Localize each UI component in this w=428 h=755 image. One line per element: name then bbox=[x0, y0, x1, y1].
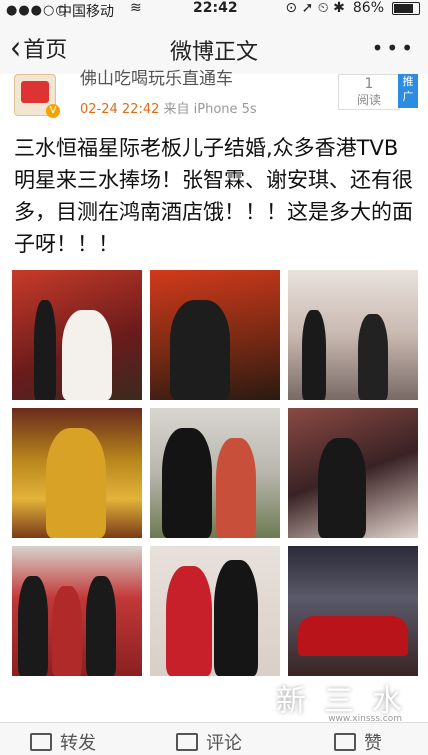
post-meta: 02-24 22:42 来自 iPhone 5s bbox=[80, 98, 257, 117]
more-button[interactable]: ••• bbox=[372, 36, 416, 60]
clock: 22:42 bbox=[193, 0, 238, 16]
photo-7[interactable] bbox=[12, 546, 142, 676]
battery-fill bbox=[394, 3, 413, 13]
promote-button[interactable]: 推广 bbox=[398, 74, 418, 108]
battery-percent: 86% bbox=[352, 0, 384, 16]
post-time: 02-24 22:42 bbox=[80, 102, 160, 117]
repost-label: 转发 bbox=[60, 733, 96, 754]
status-bar: ●●●○○ 中国移动 ≋ 22:42 ⊙ ➚ ⏲ ✱ 86% bbox=[0, 0, 428, 22]
avatar-image bbox=[21, 81, 49, 103]
battery-icon bbox=[392, 1, 420, 15]
photo-8[interactable] bbox=[150, 546, 280, 676]
photo-5[interactable] bbox=[150, 408, 280, 538]
like-icon bbox=[334, 733, 356, 751]
like-button[interactable]: 赞 bbox=[334, 729, 382, 755]
status-icons: ⊙ ➚ ⏲ ✱ bbox=[285, 0, 345, 16]
read-count-box: 1 阅读 bbox=[338, 74, 400, 110]
photo-9[interactable] bbox=[288, 546, 418, 676]
like-label: 赞 bbox=[364, 733, 382, 754]
photo-6[interactable] bbox=[288, 408, 418, 538]
bottom-toolbar: 转发 评论 赞 bbox=[0, 722, 428, 754]
comment-button[interactable]: 评论 bbox=[176, 729, 242, 755]
post-card: V 佛山吃喝玩乐直通车 02-24 22:42 来自 iPhone 5s 1 阅… bbox=[0, 69, 428, 722]
photo-2[interactable] bbox=[150, 270, 280, 400]
page-title: 微博正文 bbox=[169, 40, 258, 65]
status-right: ⊙ ➚ ⏲ ✱ 86% bbox=[285, 0, 420, 16]
comment-icon bbox=[176, 733, 198, 751]
wifi-icon: ≋ bbox=[130, 0, 142, 16]
post-text: 三水恒福星际老板儿子结婚,众多香港TVB明星来三水捧场！张智霖、谢安琪、还有很多… bbox=[14, 136, 413, 256]
comment-label: 评论 bbox=[206, 733, 242, 754]
photo-4[interactable] bbox=[12, 408, 142, 538]
repost-icon bbox=[30, 733, 52, 751]
post-source: 来自 iPhone 5s bbox=[163, 102, 257, 117]
photo-3[interactable] bbox=[288, 270, 418, 400]
username[interactable]: 佛山吃喝玩乐直通车 bbox=[80, 64, 233, 89]
read-label: 阅读 bbox=[356, 93, 381, 107]
carrier-label: 中国移动 bbox=[58, 4, 114, 20]
photo-1[interactable] bbox=[12, 270, 142, 400]
verified-badge-icon: V bbox=[46, 104, 60, 118]
read-count: 1 bbox=[364, 76, 374, 92]
repost-button[interactable]: 转发 bbox=[30, 729, 96, 755]
